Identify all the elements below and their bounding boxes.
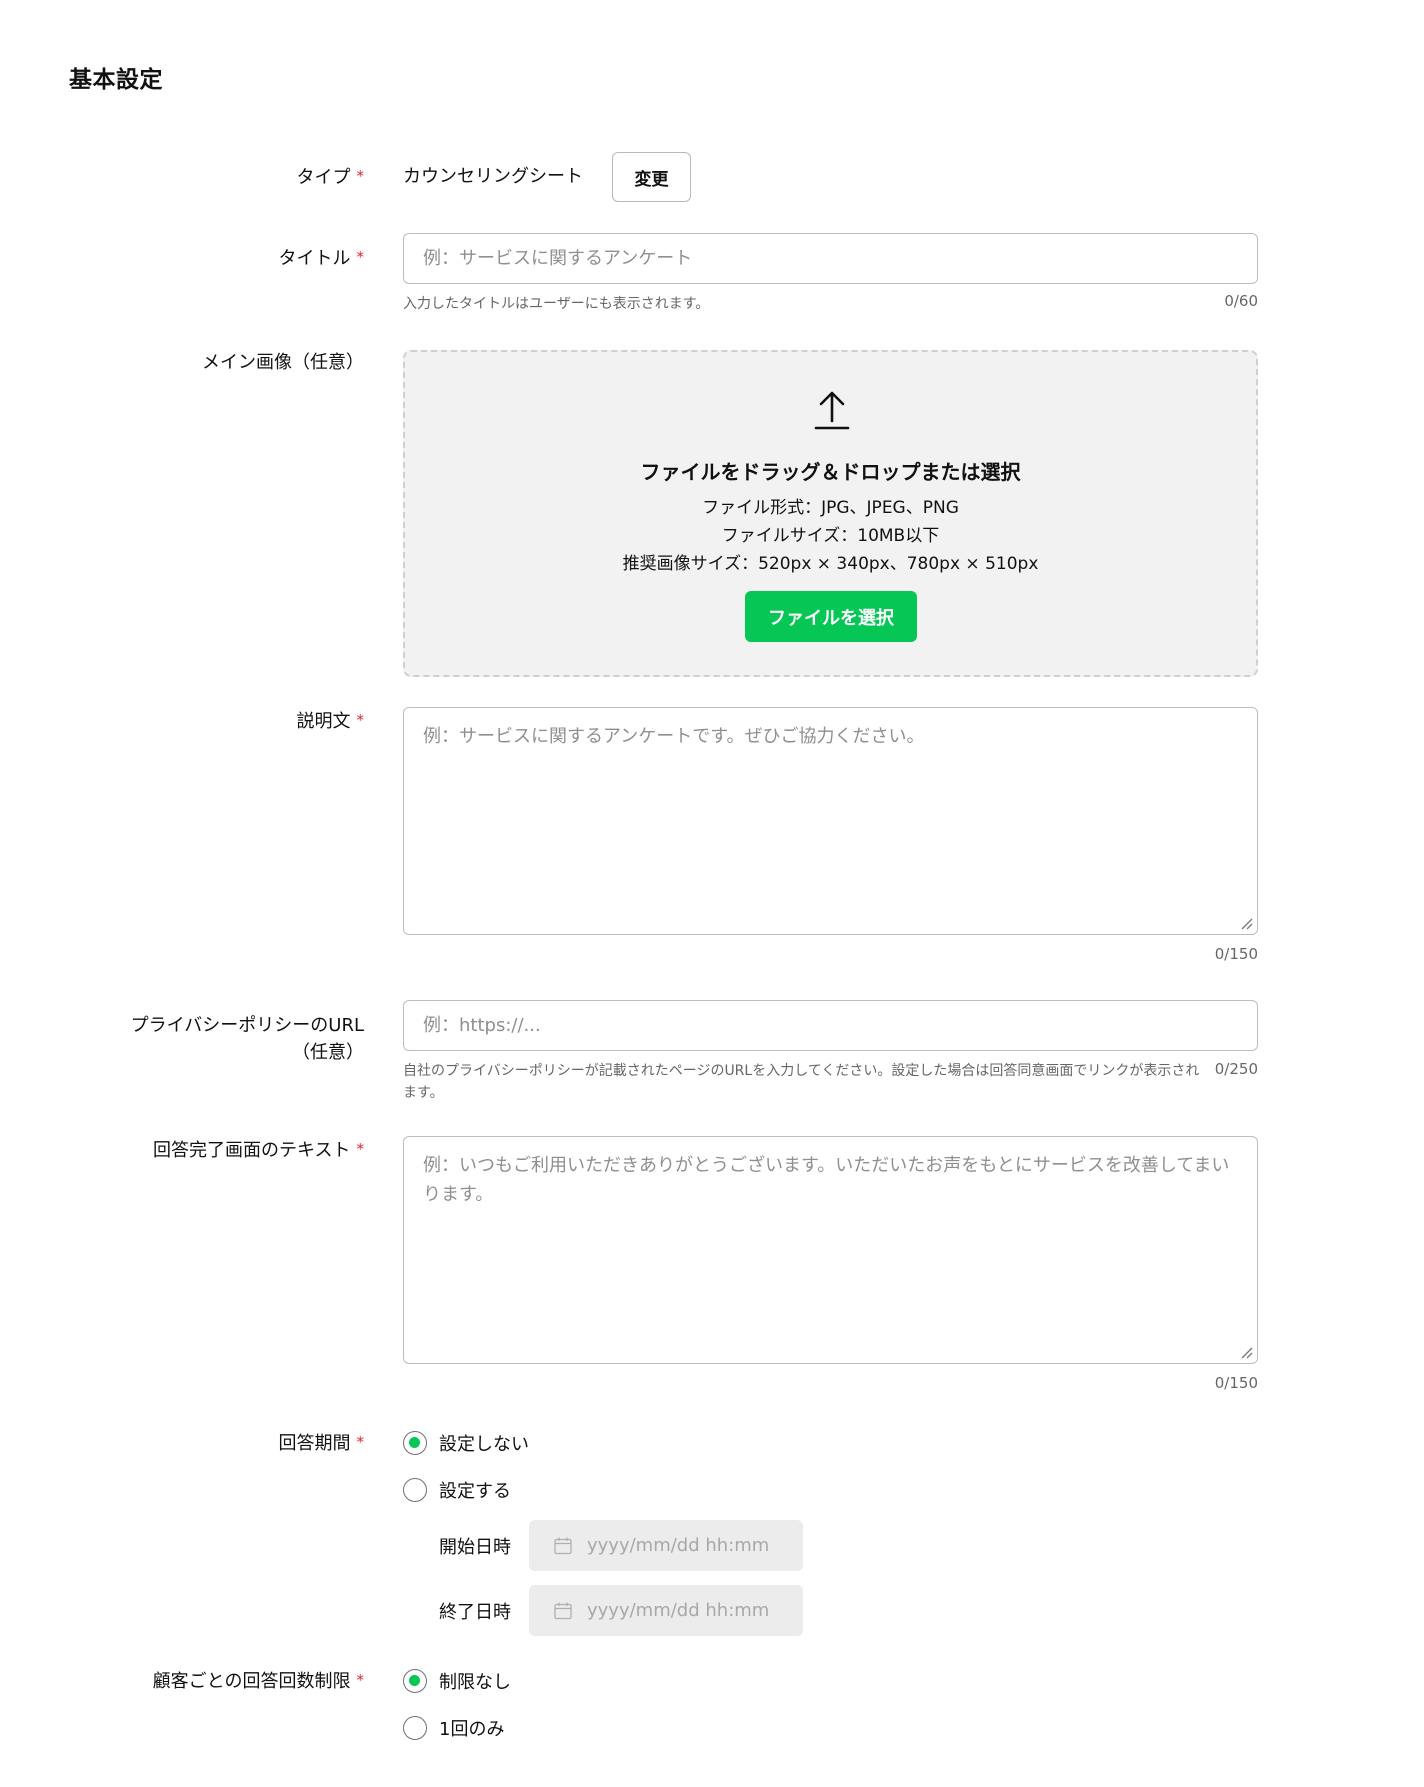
- file-format-text: ファイル形式：JPG、JPEG、PNG: [702, 498, 959, 518]
- start-datetime-placeholder: yyyy/mm/dd hh:mm: [587, 1535, 770, 1556]
- section-title: 基本設定: [69, 67, 163, 93]
- limit-option-none[interactable]: 制限なし: [403, 1668, 511, 1694]
- description-char-counter: 0/150: [1214, 945, 1258, 963]
- resize-handle-icon[interactable]: [1239, 916, 1253, 930]
- upload-arrow-icon: [814, 391, 850, 430]
- title-label: タイトル *: [278, 248, 365, 269]
- privacy-url-char-counter: 0/250: [1214, 1060, 1258, 1078]
- start-datetime-label: 開始日時: [439, 1537, 511, 1558]
- change-type-button[interactable]: 変更: [612, 152, 691, 202]
- completion-text-textarea[interactable]: [403, 1136, 1258, 1364]
- radio-unchecked[interactable]: [403, 1716, 427, 1740]
- privacy-url-label-line2: （任意）: [292, 1042, 364, 1063]
- description-label: 説明文 *: [296, 711, 365, 732]
- title-char-counter: 0/60: [1224, 292, 1258, 310]
- type-label: タイプ *: [296, 167, 365, 188]
- completion-text-label: 回答完了画面のテキスト *: [153, 1140, 364, 1161]
- completion-text-wrapper: [403, 1136, 1258, 1364]
- main-image-label: メイン画像（任意）: [202, 352, 364, 373]
- title-help-text: 入力したタイトルはユーザーにも表示されます。: [403, 296, 710, 312]
- resize-handle-icon[interactable]: [1239, 1345, 1253, 1359]
- end-datetime-input[interactable]: yyyy/mm/dd hh:mm: [529, 1585, 803, 1636]
- privacy-url-help-text: 自社のプライバシーポリシーが記載されたページのURLを入力してください。設定した…: [403, 1063, 1200, 1101]
- end-datetime-label: 終了日時: [439, 1602, 511, 1623]
- description-textarea[interactable]: [403, 707, 1258, 935]
- end-datetime-placeholder: yyyy/mm/dd hh:mm: [587, 1600, 770, 1621]
- recommended-size-text: 推奨画像サイズ：520px × 340px、780px × 510px: [622, 554, 1039, 574]
- privacy-url-label-line1: プライバシーポリシーのURL: [130, 1015, 364, 1036]
- radio-checked[interactable]: [403, 1669, 427, 1693]
- period-option-set[interactable]: 設定する: [403, 1477, 511, 1503]
- file-size-text: ファイルサイズ：10MB以下: [721, 526, 940, 546]
- image-dropzone[interactable]: ファイルをドラッグ＆ドロップまたは選択 ファイル形式：JPG、JPEG、PNG …: [403, 350, 1258, 677]
- answer-limit-label: 顧客ごとの回答回数制限 *: [152, 1671, 364, 1692]
- completion-text-char-counter: 0/150: [1214, 1374, 1258, 1392]
- start-datetime-input[interactable]: yyyy/mm/dd hh:mm: [529, 1520, 803, 1571]
- description-wrapper: [403, 707, 1258, 935]
- select-file-button[interactable]: ファイルを選択: [745, 591, 917, 642]
- radio-checked[interactable]: [403, 1431, 427, 1455]
- dropzone-title: ファイルをドラッグ＆ドロップまたは選択: [640, 460, 1021, 484]
- type-value: カウンセリングシート: [403, 166, 583, 187]
- limit-option-once[interactable]: 1回のみ: [403, 1715, 504, 1741]
- title-input[interactable]: [403, 233, 1258, 284]
- period-option-none[interactable]: 設定しない: [403, 1430, 529, 1456]
- calendar-icon: [554, 1602, 572, 1619]
- privacy-url-input[interactable]: [403, 1000, 1258, 1051]
- radio-unchecked[interactable]: [403, 1478, 427, 1502]
- calendar-icon: [554, 1537, 572, 1554]
- answer-period-label: 回答期間 *: [278, 1433, 365, 1454]
